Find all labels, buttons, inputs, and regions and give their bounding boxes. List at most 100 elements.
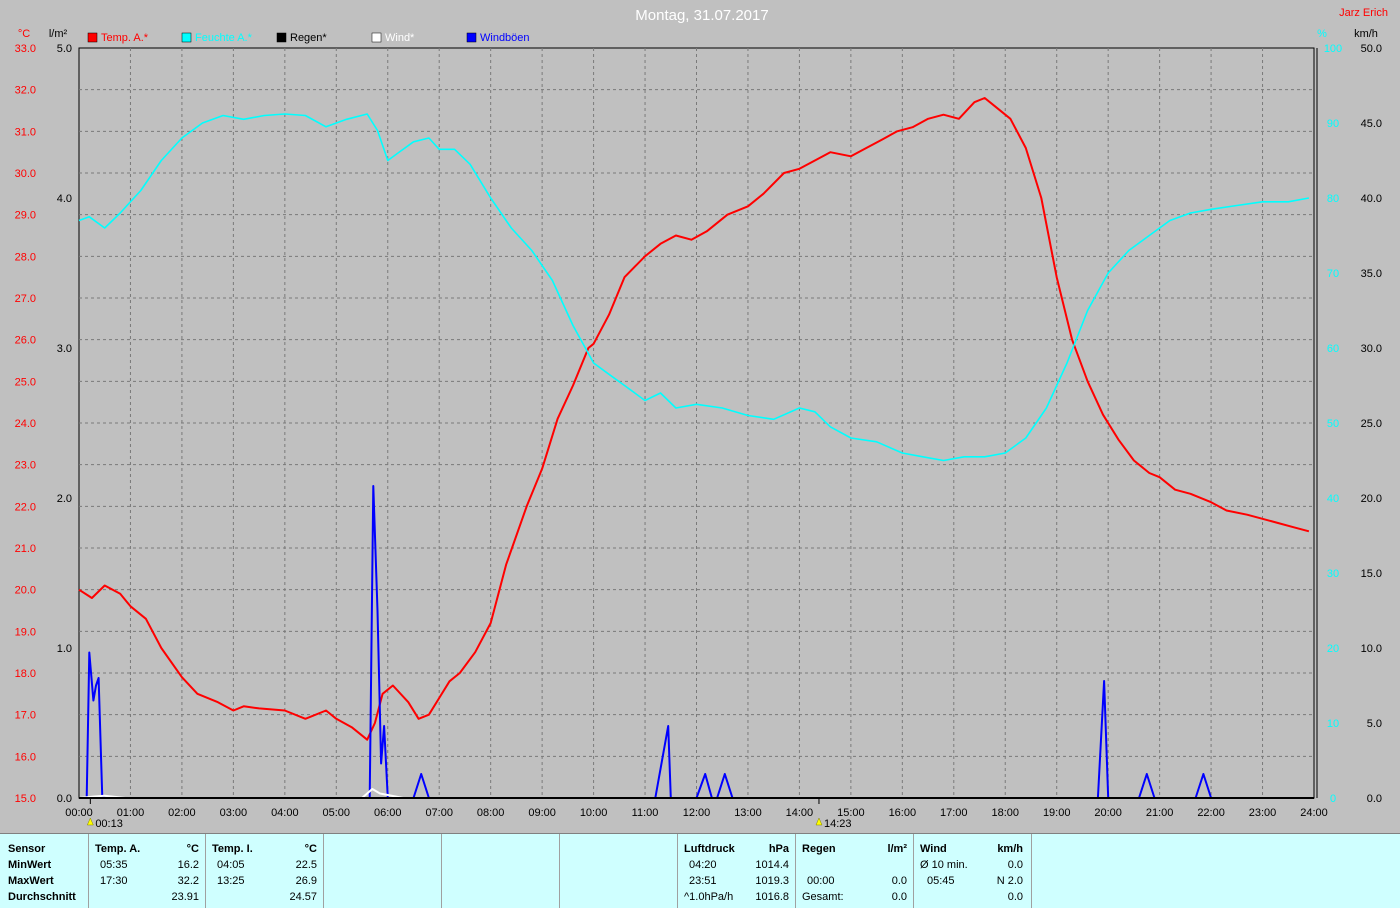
wind-tick-label: 30.0 (1361, 343, 1382, 355)
tempI-unit: °C (304, 843, 317, 855)
x-tick-label: 22:00 (1197, 807, 1225, 819)
x-tick-label: 06:00 (374, 807, 402, 819)
wind-avg-label: Ø 10 min. (920, 859, 968, 871)
humidity-tick-label: 30 (1327, 568, 1339, 580)
legend-label: Wind* (385, 32, 415, 44)
tempI-header: Temp. I. (212, 843, 253, 855)
wind-row3: 0.0 (1007, 891, 1023, 903)
tempA-max-time: 17:30 (100, 875, 128, 887)
humidity-tick-label: 70 (1327, 268, 1339, 280)
wind-unit: km/h (997, 843, 1023, 855)
x-tick-label: 13:00 (734, 807, 762, 819)
wind-unit-label: km/h (1354, 28, 1378, 40)
temp-tick-label: 17.0 (15, 710, 36, 722)
wind-tick-label: 15.0 (1361, 568, 1382, 580)
sensor-header: Sensor (8, 843, 46, 855)
x-tick-label: 14:00 (786, 807, 814, 819)
x-tick-label: 08:00 (477, 807, 505, 819)
tempA-min-time: 05:35 (100, 859, 128, 871)
tempA-min: 16.2 (177, 859, 199, 871)
x-tick-label: 10:00 (580, 807, 608, 819)
x-tick-label: 17:00 (940, 807, 968, 819)
rain-tick-label: 2.0 (57, 493, 72, 505)
x-tick-label: 19:00 (1043, 807, 1071, 819)
pressure-header: Luftdruck (684, 843, 735, 855)
temp-tick-label: 24.0 (15, 418, 36, 430)
wind-tick-label: 40.0 (1361, 193, 1382, 205)
weather-chart: 15.0 16.0 17.0 18.0 19.0 20.0 21.0 22.0 23.0 24.0… (0, 0, 1400, 833)
pressure-trend: ^1.0hPa/h (684, 891, 734, 903)
temp-tick-label: 23.0 (15, 460, 36, 472)
tempI-min-time: 04:05 (217, 859, 245, 871)
stats-col-sensor: Sensor MinWert MaxWert Durchschnitt (0, 834, 89, 908)
tempA-max: 32.2 (177, 875, 199, 887)
legend-label: Regen* (290, 32, 327, 44)
legend-label: Windböen (480, 32, 530, 44)
chart-title: Montag, 31.07.2017 (635, 7, 768, 24)
x-tick-label: 02:00 (168, 807, 196, 819)
temp-tick-label: 22.0 (15, 501, 36, 513)
humidity-tick-label: 50 (1327, 418, 1339, 430)
x-tick-label: 07:00 (425, 807, 453, 819)
wind-tick-label: 45.0 (1361, 118, 1382, 130)
legend-swatch (371, 32, 382, 43)
row-label-avg: Durchschnitt (8, 891, 76, 903)
x-tick-label: 16:00 (889, 807, 917, 819)
wind-max-time: 05:45 (927, 875, 955, 887)
stats-col-empty-1 (323, 834, 442, 908)
rain-header: Regen (802, 843, 836, 855)
pressure-min: 1014.4 (755, 859, 789, 871)
marker-label: 14:23 (824, 818, 852, 830)
temp-tick-label: 25.0 (15, 376, 36, 388)
temp-tick-label: 32.0 (15, 85, 36, 97)
pressure-avg: 1016.8 (755, 891, 789, 903)
wind-tick-label: 0.0 (1367, 793, 1382, 805)
stats-col-wind: Wind km/h Ø 10 min. 0.0 05:45 N 2.0 0.0 (913, 834, 1032, 908)
humidity-tick-label: 0 (1330, 793, 1336, 805)
wind-tick-label: 50.0 (1361, 43, 1382, 55)
stats-col-empty-3 (559, 834, 678, 908)
x-tick-label: 00:00 (65, 807, 93, 819)
pressure-unit: hPa (768, 843, 789, 855)
row-label-min: MinWert (8, 859, 52, 871)
stats-panel: Sensor MinWert MaxWert Durchschnitt Temp… (0, 833, 1400, 908)
tempA-header: Temp. A. (95, 843, 141, 855)
x-tick-label: 05:00 (323, 807, 351, 819)
rain-tick-label: 1.0 (57, 643, 72, 655)
legend-swatch (466, 32, 477, 43)
grid (78, 47, 1315, 799)
rain-unit-label: l/m² (49, 28, 68, 40)
humidity-tick-label: 60 (1327, 343, 1339, 355)
humidity-tick-label: 20 (1327, 643, 1339, 655)
rain-tick-label: 5.0 (57, 43, 72, 55)
wind-header: Wind (920, 843, 947, 855)
temp-tick-label: 29.0 (15, 210, 36, 222)
pressure-max-time: 23:51 (689, 875, 717, 887)
tempI-max: 26.9 (295, 875, 317, 887)
legend-label: Temp. A.* (101, 32, 149, 44)
x-tick-label: 09:00 (528, 807, 556, 819)
temp-tick-label: 19.0 (15, 626, 36, 638)
tempA-unit: °C (186, 843, 199, 855)
stats-col-empty-2 (441, 834, 560, 908)
wind-avg: 0.0 (1007, 859, 1023, 871)
rain-tick-label: 4.0 (57, 193, 72, 205)
humidity-tick-label: 80 (1327, 193, 1339, 205)
temp-tick-label: 18.0 (15, 668, 36, 680)
wind-tick-label: 20.0 (1361, 493, 1382, 505)
rain-unit: l/m² (887, 843, 907, 855)
temp-tick-label: 27.0 (15, 293, 36, 305)
marker-label: 00:13 (95, 818, 123, 830)
humidity-unit-label: % (1317, 28, 1327, 40)
rain-total-label: Gesamt: (802, 891, 844, 903)
humidity-tick-label: 40 (1327, 493, 1339, 505)
pressure-min-time: 04:20 (689, 859, 717, 871)
legend-swatch (276, 32, 287, 43)
x-tick-label: 04:00 (271, 807, 299, 819)
wind-tick-label: 5.0 (1367, 718, 1382, 730)
humidity-tick-label: 90 (1327, 118, 1339, 130)
stats-col-tempI: Temp. I. °C 04:05 22.5 13:25 26.9 24.57 (205, 834, 324, 908)
author-label: Jarz Erich (1339, 7, 1388, 19)
temp-tick-label: 15.0 (15, 793, 36, 805)
rain-max: 0.0 (891, 875, 907, 887)
